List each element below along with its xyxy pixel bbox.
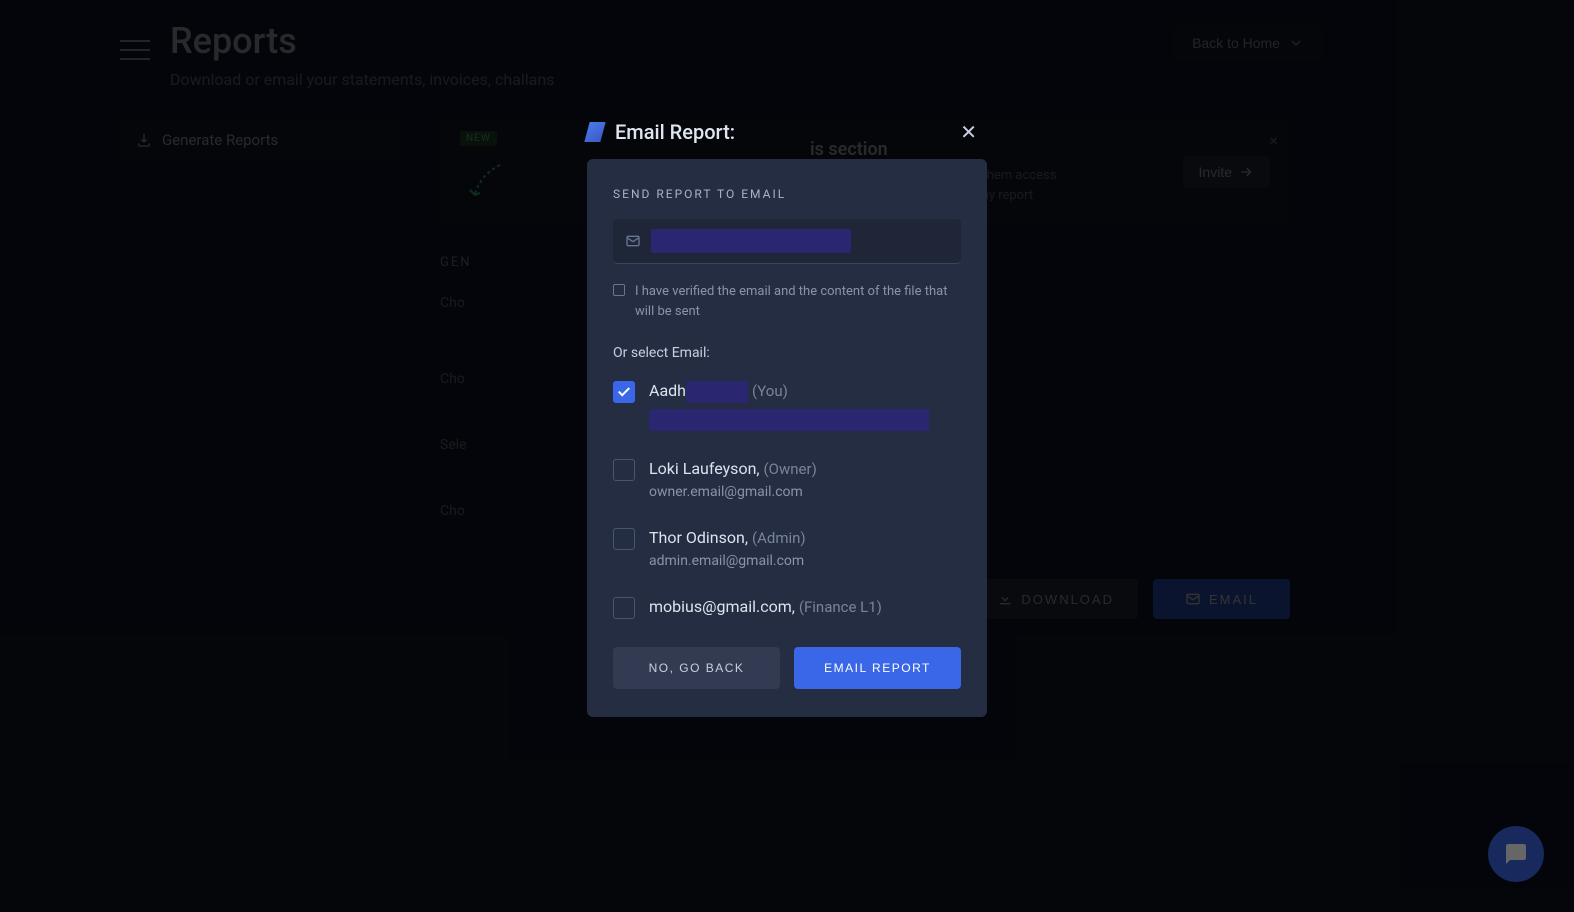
option-email: admin.email@gmail.com bbox=[649, 553, 961, 569]
option-checkbox[interactable] bbox=[613, 597, 635, 619]
option-checkbox[interactable] bbox=[613, 381, 635, 403]
email-report-button[interactable]: EMAIL REPORT bbox=[794, 647, 961, 689]
email-report-modal: Email Report: ✕ SEND REPORT TO EMAIL I h… bbox=[587, 120, 987, 717]
option-checkbox[interactable] bbox=[613, 528, 635, 550]
option-name: Thor Odinson, bbox=[649, 528, 748, 547]
option-role: (Finance L1) bbox=[799, 598, 882, 616]
redacted-email bbox=[649, 409, 929, 431]
option-checkbox[interactable] bbox=[613, 459, 635, 481]
option-name-prefix: Aadh bbox=[649, 381, 686, 400]
email-option-owner[interactable]: Loki Laufeyson, (Owner) owner.email@gmai… bbox=[613, 459, 961, 500]
redacted-name bbox=[686, 381, 748, 403]
email-input[interactable] bbox=[613, 219, 961, 264]
or-select-label: Or select Email: bbox=[613, 345, 961, 361]
option-name: Loki Laufeyson, bbox=[649, 459, 760, 478]
email-option-finance[interactable]: mobius@gmail.com, (Finance L1) bbox=[613, 597, 961, 619]
option-role: (Admin) bbox=[752, 529, 806, 547]
option-role: (Owner) bbox=[764, 460, 817, 478]
cancel-button[interactable]: NO, GO BACK bbox=[613, 647, 780, 689]
email-option-admin[interactable]: Thor Odinson, (Admin) admin.email@gmail.… bbox=[613, 528, 961, 569]
redacted-email-value bbox=[651, 229, 851, 253]
modal-title: Email Report: bbox=[615, 120, 735, 144]
option-role: (You) bbox=[752, 382, 788, 400]
option-email: owner.email@gmail.com bbox=[649, 484, 961, 500]
modal-section-title: SEND REPORT TO EMAIL bbox=[613, 187, 961, 201]
verify-text: I have verified the email and the conten… bbox=[635, 282, 961, 321]
option-name: mobius@gmail.com, bbox=[649, 597, 795, 616]
verify-checkbox[interactable] bbox=[613, 284, 625, 296]
brand-logo-icon bbox=[584, 122, 605, 142]
email-option-you[interactable]: Aadh (You) bbox=[613, 381, 961, 431]
mail-icon bbox=[625, 233, 641, 249]
close-icon[interactable]: ✕ bbox=[960, 120, 977, 144]
